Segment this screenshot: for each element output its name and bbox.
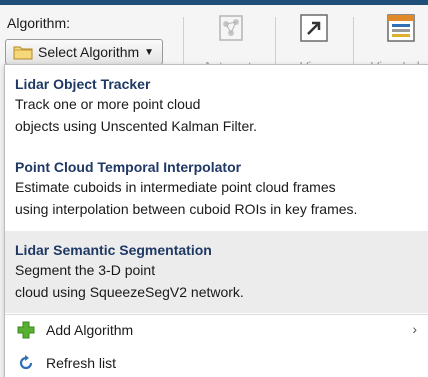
algorithm-item-desc: Segment the 3-D point xyxy=(15,262,156,278)
chevron-down-icon: ▼ xyxy=(144,46,155,58)
algorithm-item-point-cloud-temporal-interpolator[interactable]: Point Cloud Temporal Interpolator Estima… xyxy=(5,148,428,230)
algorithm-item-lidar-object-tracker[interactable]: Lidar Object Tracker Track one or more p… xyxy=(5,65,428,147)
toolstrip-divider xyxy=(353,17,354,67)
algorithm-item-desc: using interpolation between cuboid ROIs … xyxy=(15,201,358,217)
refresh-icon xyxy=(17,354,35,372)
algorithm-item-title: Point Cloud Temporal Interpolator xyxy=(15,159,242,175)
automate-icon xyxy=(217,13,245,46)
arrow-diagonal-icon xyxy=(299,13,329,46)
app-window: Algorithm: Select Algorithm ▼ Lidar Obje… xyxy=(0,0,428,377)
algorithm-item-title: Lidar Semantic Segmentation xyxy=(15,242,212,258)
toolstrip-divider xyxy=(183,17,184,67)
add-algorithm-label: Add Algorithm xyxy=(46,322,134,338)
refresh-list-label: Refresh list xyxy=(46,355,117,371)
toolstrip-divider xyxy=(275,17,276,67)
label-window-icon xyxy=(386,13,416,46)
algorithm-item-desc: objects using Unscented Kalman Filter. xyxy=(15,118,258,134)
folder-icon xyxy=(13,44,33,60)
select-algorithm-button[interactable]: Select Algorithm ▼ xyxy=(5,39,163,65)
algorithm-item-desc: Track one or more point cloud xyxy=(15,96,201,112)
chevron-right-icon: › xyxy=(412,321,417,337)
select-algorithm-label: Select Algorithm xyxy=(38,44,140,60)
algorithm-item-desc: Estimate cuboids in intermediate point c… xyxy=(15,179,336,195)
algorithm-dropdown-menu: Lidar Object Tracker Track one or more p… xyxy=(4,64,428,377)
algorithm-item-desc: cloud using SqueezeSegV2 network. xyxy=(15,284,244,300)
add-algorithm-item[interactable]: Add Algorithm › xyxy=(5,314,428,346)
add-icon xyxy=(17,321,35,339)
refresh-list-item[interactable]: Refresh list xyxy=(5,347,428,377)
algorithm-label: Algorithm: xyxy=(7,15,71,31)
algorithm-item-title: Lidar Object Tracker xyxy=(15,76,151,92)
algorithm-item-lidar-semantic-segmentation[interactable]: Lidar Semantic Segmentation Segment the … xyxy=(5,231,428,313)
